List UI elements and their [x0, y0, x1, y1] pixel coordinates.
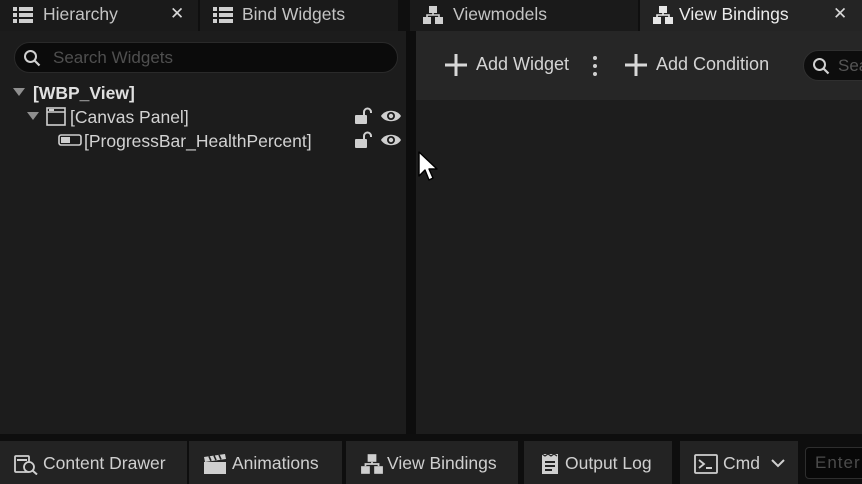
cmd-dropdown[interactable]: Cmd [680, 441, 798, 484]
tab-viewmodels[interactable]: Viewmodels [410, 0, 638, 31]
tree-row-canvas-panel[interactable]: [Canvas Panel] [0, 104, 406, 128]
expand-triangle-icon[interactable] [13, 88, 25, 96]
panel-tab-bar: Hierarchy ✕ Bind Widgets Viewmodels View… [0, 0, 862, 31]
hierarchy-search[interactable] [14, 42, 398, 73]
list-icon [13, 7, 33, 23]
plus-icon [445, 54, 467, 76]
hierarchy-icon [361, 454, 383, 474]
animations-button[interactable]: Animations [189, 441, 342, 484]
tab-hierarchy-label: Hierarchy [43, 4, 118, 24]
panel-splitter[interactable] [406, 31, 416, 434]
view-bindings-status-button[interactable]: View Bindings [346, 441, 518, 484]
tree-label: [ProgressBar_HealthPercent] [84, 131, 312, 151]
content-drawer-label: Content Drawer [43, 453, 166, 473]
chevron-down-icon [771, 459, 785, 468]
tab-view-bindings-label: View Bindings [679, 4, 789, 24]
visibility-eye-icon[interactable] [380, 108, 402, 124]
visibility-eye-icon[interactable] [380, 132, 402, 148]
hierarchy-icon [653, 6, 673, 24]
bindings-search-input[interactable] [838, 54, 862, 77]
status-bar: Content Drawer Animations View Bindings … [0, 434, 862, 484]
tree-row-progressbar[interactable]: [ProgressBar_HealthPercent] [0, 128, 406, 152]
tab-hierarchy[interactable]: Hierarchy ✕ [0, 0, 198, 31]
tab-bind-widgets-label: Bind Widgets [242, 4, 346, 24]
progress-bar-icon [58, 134, 82, 146]
add-condition-button[interactable]: Add Condition [624, 51, 784, 79]
unlock-icon[interactable] [354, 131, 374, 149]
content-drawer-icon [14, 455, 38, 475]
list-icon [213, 7, 233, 23]
more-options-icon[interactable] [591, 55, 599, 77]
hierarchy-panel: [WBP_View] [Canvas Panel] [ProgressBar_H… [0, 31, 406, 434]
output-log-label: Output Log [565, 453, 652, 473]
hierarchy-icon [423, 6, 443, 24]
console-command-field[interactable] [805, 447, 862, 479]
output-log-button[interactable]: Output Log [524, 441, 672, 484]
tree-label: [Canvas Panel] [70, 107, 189, 127]
close-icon[interactable]: ✕ [833, 4, 847, 24]
close-icon[interactable]: ✕ [170, 4, 184, 24]
tree-row-wbp-view[interactable]: [WBP_View] [0, 80, 406, 104]
plus-icon [625, 54, 647, 76]
tab-viewmodels-label: Viewmodels [453, 4, 548, 24]
add-widget-button[interactable]: Add Widget [444, 51, 584, 79]
tab-bind-widgets[interactable]: Bind Widgets [200, 0, 398, 31]
search-icon [813, 58, 830, 75]
output-log-icon [541, 453, 558, 474]
cmd-label: Cmd [723, 453, 760, 473]
add-condition-label: Add Condition [656, 54, 770, 74]
mouse-cursor-icon [418, 151, 438, 181]
view-bindings-panel: Add Widget Add Condition [416, 31, 862, 434]
search-widgets-input[interactable] [53, 46, 383, 69]
canvas-panel-icon [46, 107, 66, 126]
terminal-icon [694, 454, 718, 474]
view-bindings-status-label: View Bindings [387, 453, 497, 473]
animations-label: Animations [232, 453, 319, 473]
unlock-icon[interactable] [354, 107, 374, 125]
clapperboard-icon [204, 454, 226, 474]
tree-label: [WBP_View] [33, 83, 135, 103]
console-command-input[interactable] [815, 452, 862, 474]
content-drawer-button[interactable]: Content Drawer [0, 441, 187, 484]
add-widget-label: Add Widget [476, 54, 570, 74]
expand-triangle-icon[interactable] [27, 112, 39, 120]
search-icon [24, 50, 41, 67]
tab-view-bindings[interactable]: View Bindings ✕ [640, 0, 862, 31]
view-bindings-search[interactable] [803, 50, 862, 81]
view-bindings-toolbar: Add Widget Add Condition [416, 31, 862, 100]
